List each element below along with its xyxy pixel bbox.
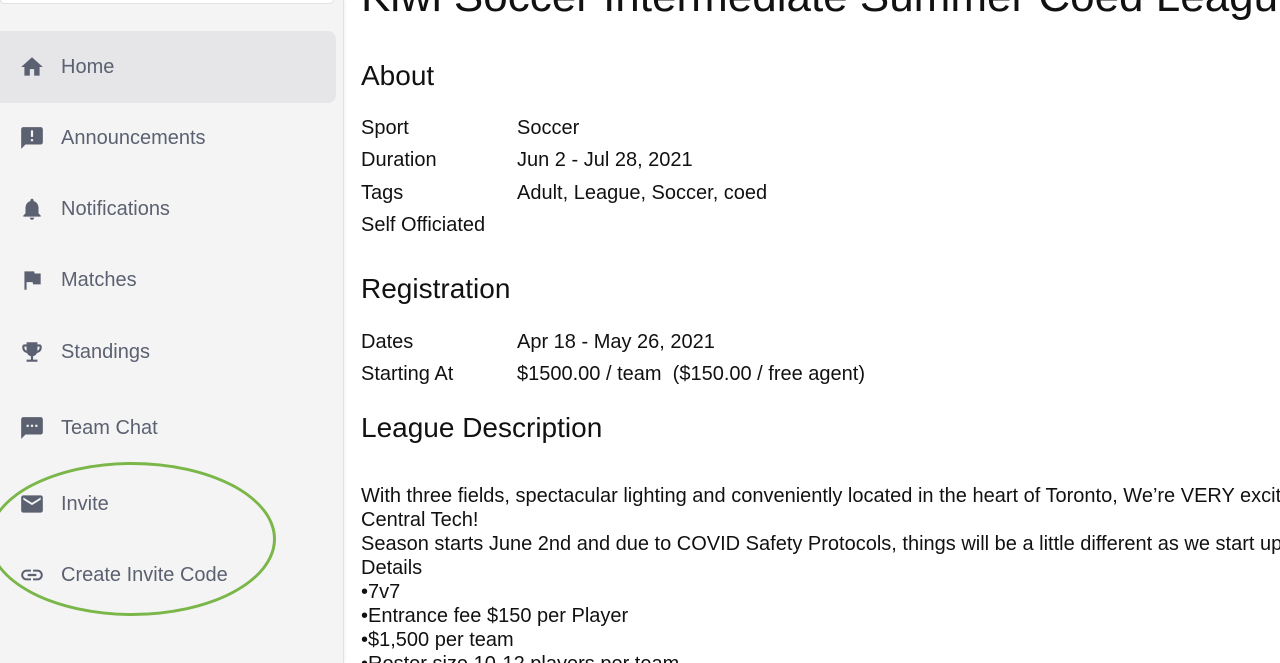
sidebar-item-label: Home [61,55,115,78]
sidebar-item-notifications[interactable]: Notifications [0,173,336,245]
main-content: Kiwi Soccer Intermediate Summer Coed Lea… [345,0,1280,663]
about-row-self-officiated: Self Officiated [361,214,517,237]
row-value: Apr 18 - May 26, 2021 [517,331,715,353]
description-line: Season starts June 2nd and due to COVID … [361,533,1280,555]
row-value: $1500.00 / team ($150.00 / free agent) [517,363,866,385]
description-line: •7v7 [361,581,401,603]
row-label: Self Officiated [361,214,486,236]
league-description-text: With three fields, spectacular lighting … [361,484,1280,663]
sidebar-item-matches[interactable]: Matches [0,244,336,316]
about-row-duration: Duration Jun 2 - Jul 28, 2021 [361,149,693,172]
about-row-sport: Sport Soccer [361,117,579,140]
row-label: Tags [361,182,404,204]
announcement-icon [18,124,46,152]
row-label: Dates [361,331,414,353]
sidebar-item-standings[interactable]: Standings [0,316,336,388]
link-icon [18,561,46,589]
row-label: Duration [361,149,437,171]
page-title: Kiwi Soccer Intermediate Summer Coed Lea… [361,0,1280,22]
description-line: Central Tech! [361,509,479,531]
about-row-tags: Tags Adult, League, Soccer, coed [361,182,767,205]
sidebar-item-label: Announcements [61,126,206,149]
sidebar-item-team-chat[interactable]: Team Chat [0,392,336,464]
sidebar: Home Announcements Notifications Matches… [0,0,344,663]
about-heading: About [361,60,435,91]
sidebar-item-announcements[interactable]: Announcements [0,102,336,174]
description-line: •Entrance fee $150 per Player [361,605,629,627]
trophy-icon [18,338,46,366]
chat-icon [18,414,46,442]
row-label: Sport [361,117,409,139]
description-line: Details [361,557,423,579]
row-value: Jun 2 - Jul 28, 2021 [517,149,693,171]
description-line: •Roster size 10-12 players per team [361,652,1280,663]
sidebar-item-invite[interactable]: Invite [0,468,336,540]
sidebar-item-home[interactable]: Home [0,31,336,103]
sidebar-item-label: Matches [61,268,137,291]
sidebar-item-label: Invite [61,492,109,515]
description-line: With three fields, spectacular lighting … [361,485,1280,507]
registration-heading: Registration [361,273,511,304]
description-line: •$1,500 per team [361,629,514,651]
league-description-heading: League Description [361,412,603,443]
row-label: Starting At [361,363,454,385]
home-icon [18,53,46,81]
sidebar-item-label: Standings [61,340,150,363]
registration-row-starting-at: Starting At $1500.00 / team ($150.00 / fr… [361,363,865,386]
row-value: Adult, League, Soccer, coed [517,182,768,204]
envelope-icon [18,490,46,518]
sidebar-item-label: Team Chat [61,416,158,439]
registration-row-dates: Dates Apr 18 - May 26, 2021 [361,331,715,354]
sidebar-item-label: Create Invite Code [61,563,228,586]
sidebar-header-edge [0,0,334,4]
sidebar-item-label: Notifications [61,197,170,220]
bell-icon [18,195,46,223]
sidebar-item-create-invite-code[interactable]: Create Invite Code [0,539,336,611]
row-value: Soccer [517,117,580,139]
flag-icon [18,266,46,294]
